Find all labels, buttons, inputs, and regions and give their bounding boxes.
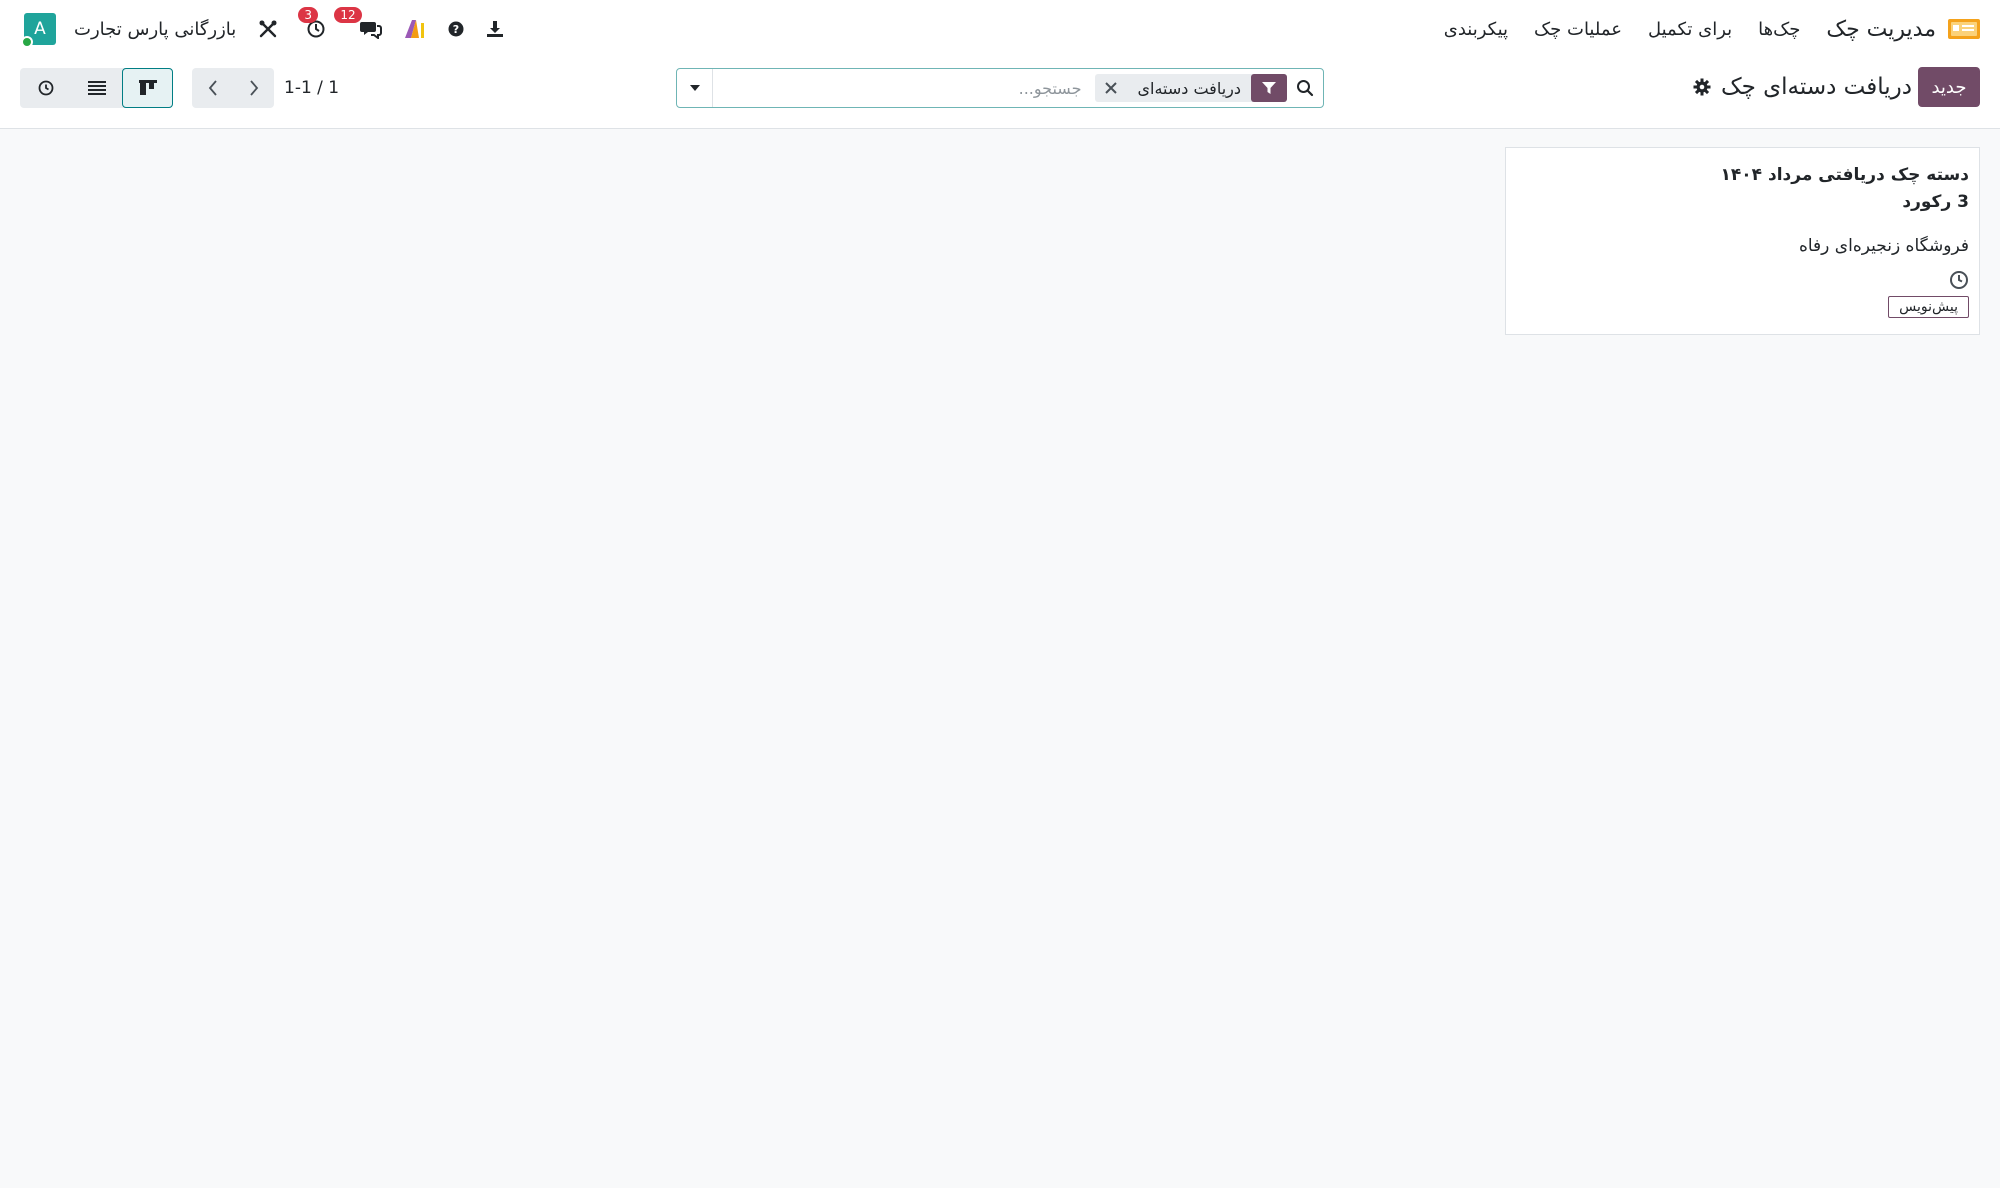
company-name[interactable]: بازرگانی پارس تجارت (74, 19, 236, 40)
activity-view-button[interactable] (20, 68, 71, 108)
search-input[interactable] (713, 70, 1090, 106)
check-app-icon[interactable] (1948, 18, 1980, 40)
kanban-card[interactable]: دسته چک دریافتی مرداد ۱۴۰۴ 3 رکورد فروشگ… (1505, 147, 1980, 335)
pager-value[interactable]: 1-1 / 1 (284, 68, 339, 108)
svg-text:?: ? (453, 23, 459, 36)
new-button[interactable]: جدید (1918, 67, 1980, 107)
facet-label: دریافت دسته‌ای (1137, 78, 1241, 98)
filter-icon (1251, 74, 1287, 102)
menu-configuration[interactable]: پیکربندی (1444, 19, 1508, 40)
top-navbar: مدیریت چک چک‌ها برای تکمیل عملیات چک پیک… (0, 0, 2000, 58)
search-icon[interactable] (1287, 79, 1323, 97)
search-bar: دریافت دسته‌ای (676, 68, 1324, 108)
card-activity-clock-icon[interactable] (1516, 270, 1969, 290)
pager-previous-button[interactable] (192, 68, 233, 108)
app-title[interactable]: مدیریت چک (1826, 17, 1936, 42)
menu-to-complete[interactable]: برای تکمیل (1648, 19, 1732, 40)
navbar-systray: A بازرگانی پارس تجارت 3 12 ? (21, 0, 504, 58)
search-options-toggle[interactable] (677, 69, 713, 107)
online-status-dot (21, 36, 33, 48)
activity-clock-icon[interactable]: 3 (298, 7, 326, 39)
control-panel: جدید دریافت دسته‌ای چک (0, 58, 2000, 129)
gear-icon[interactable] (1693, 78, 1711, 96)
list-view-button[interactable] (71, 68, 122, 108)
download-icon[interactable] (486, 20, 504, 38)
activity-count-badge: 3 (298, 7, 318, 23)
status-badge: پیش‌نویس (1888, 296, 1969, 318)
card-partner: فروشگاه زنجیره‌ای رفاه (1798, 236, 1969, 256)
messages-icon[interactable]: 12 (334, 7, 383, 39)
ai-icon[interactable] (404, 19, 426, 39)
card-record-count: 3 رکورد (1902, 192, 1969, 212)
help-icon[interactable]: ? (448, 21, 464, 37)
remove-facet-icon[interactable] (1095, 82, 1125, 94)
message-count-badge: 12 (334, 7, 362, 23)
search-facet: دریافت دسته‌ای (1095, 74, 1287, 102)
menu-checks[interactable]: چک‌ها (1758, 19, 1800, 40)
view-switcher (20, 68, 173, 108)
menu-check-operations[interactable]: عملیات چک (1534, 19, 1622, 40)
page-title: دریافت دسته‌ای چک (1721, 74, 1912, 100)
navbar-app-menu: مدیریت چک چک‌ها برای تکمیل عملیات چک پیک… (1418, 0, 1980, 58)
avatar-letter: A (34, 19, 46, 39)
pager-next-button[interactable] (233, 68, 274, 108)
card-title: دسته چک دریافتی مرداد ۱۴۰۴ (1720, 165, 1969, 185)
breadcrumb: دریافت دسته‌ای چک (1693, 67, 1912, 107)
pager-buttons (192, 68, 274, 108)
kanban-view-button[interactable] (122, 68, 173, 108)
user-avatar[interactable]: A (21, 13, 56, 48)
debug-tools-icon[interactable] (258, 19, 278, 39)
